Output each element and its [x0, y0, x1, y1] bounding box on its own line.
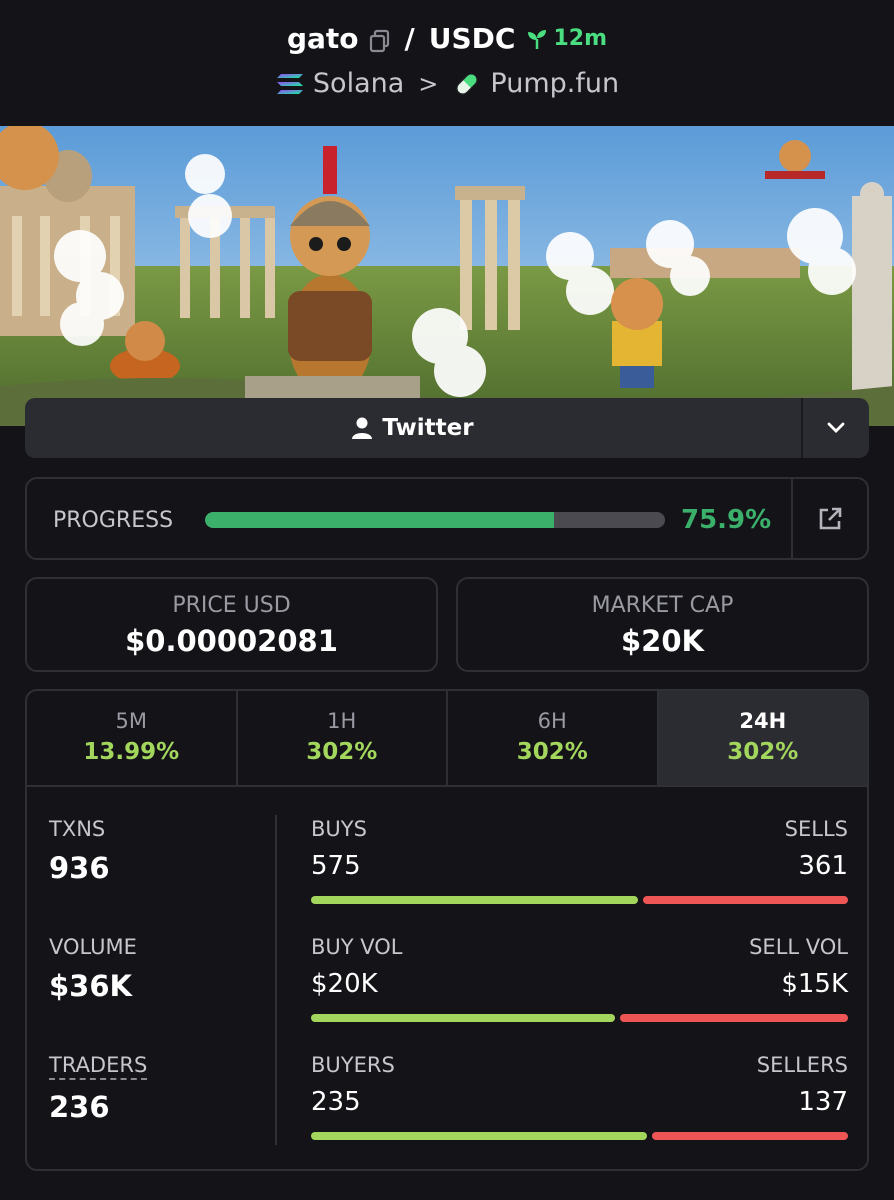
txns-stat: TXNS 936 [49, 817, 269, 935]
token-banner-image [0, 126, 894, 426]
summary-stats: TXNS 936 VOLUME $36K TRADERS 236 [49, 817, 269, 1169]
buy-vol-value: $20K [311, 969, 378, 999]
buy-bar [311, 896, 638, 904]
socials-dropdown-button[interactable] [801, 398, 869, 458]
buys-label: BUYS [311, 817, 367, 841]
buy-bar [311, 1132, 648, 1140]
progress-bar-fill [205, 512, 555, 528]
pair-title: gato / USDC 12m [0, 22, 894, 55]
volume-stat: VOLUME $36K [49, 935, 269, 1053]
chain-name: Solana [312, 68, 405, 99]
age-text: 12m [553, 26, 608, 51]
dex-link[interactable]: Pump.fun [452, 68, 619, 99]
external-link-button[interactable] [791, 479, 867, 558]
price-usd-label: PRICE USD [172, 593, 291, 618]
progress-label: PROGRESS [53, 508, 174, 533]
tab-24h[interactable]: 24H 302% [658, 691, 867, 785]
breadcrumb: Solana > Pump.fun [0, 68, 894, 99]
dex-name: Pump.fun [490, 68, 620, 99]
buy-bar [311, 1014, 615, 1022]
traders-ratio: BUYERS SELLERS 235 137 [311, 1053, 848, 1169]
solana-icon [276, 73, 303, 94]
volume-bar [311, 1014, 848, 1022]
tab-6h[interactable]: 6H 302% [448, 691, 659, 785]
price-usd-card: PRICE USD $0.00002081 [25, 577, 438, 672]
market-cap-card: MARKET CAP $20K [456, 577, 869, 672]
txns-value: 936 [49, 851, 110, 885]
user-icon [352, 417, 373, 439]
sells-label: SELLS [784, 817, 848, 841]
traders-label[interactable]: TRADERS [49, 1053, 148, 1080]
sell-vol-label: SELL VOL [749, 935, 848, 959]
tab-change: 302% [727, 739, 799, 765]
txns-label: TXNS [49, 817, 106, 841]
volume-value: $36K [49, 969, 133, 1003]
bonding-progress-card: PROGRESS 75.9% [25, 477, 869, 560]
pair-header: gato / USDC 12m Solana > Pump.fun [0, 0, 894, 126]
traders-stat: TRADERS 236 [49, 1053, 269, 1169]
market-cap-label: MARKET CAP [591, 593, 734, 618]
twitter-label: Twitter [382, 415, 474, 441]
sellers-value: 137 [798, 1087, 848, 1117]
volume-label: VOLUME [49, 935, 137, 959]
volume-ratio: BUY VOL SELL VOL $20K $15K [311, 935, 848, 1053]
progress-value: 75.9% [681, 505, 772, 535]
tab-label: 24H [739, 709, 787, 733]
tab-change: 302% [516, 739, 588, 765]
tab-label: 6H [537, 709, 567, 733]
sells-value: 361 [798, 851, 848, 881]
pair-separator: / [404, 22, 415, 55]
tab-5m[interactable]: 5M 13.99% [27, 691, 238, 785]
tab-label: 5M [115, 709, 147, 733]
chevron-right-icon: > [418, 69, 439, 98]
buyers-value: 235 [311, 1087, 361, 1117]
pair-age: 12m [525, 26, 607, 51]
progress-bar [205, 512, 665, 528]
sell-bar [620, 1014, 848, 1022]
sell-bar [642, 896, 848, 904]
traders-value: 236 [49, 1090, 110, 1124]
pill-icon [456, 72, 479, 95]
price-usd-value: $0.00002081 [125, 624, 338, 658]
buy-vol-label: BUY VOL [311, 935, 403, 959]
buys-sells-ratio: BUYS SELLS 575 361 [311, 817, 848, 935]
twitter-button[interactable]: Twitter [25, 398, 801, 458]
sell-bar [652, 1132, 848, 1140]
tab-change: 13.99% [83, 739, 180, 765]
buys-value: 575 [311, 851, 361, 881]
buy-sell-ratios: BUYS SELLS 575 361 BUY VOL SELL VOL $20K $15… [311, 817, 848, 1169]
sell-vol-value: $15K [781, 969, 848, 999]
twitter-bar: Twitter [25, 398, 869, 458]
traders-bar [311, 1132, 848, 1140]
quote-symbol: USDC [428, 22, 516, 55]
chevron-down-icon [827, 422, 845, 433]
buys-sells-bar [311, 896, 848, 904]
timeframe-stats-card: 5M 13.99% 1H 302% 6H 302% 24H 302% TXNS … [25, 689, 869, 1171]
column-divider [275, 815, 277, 1145]
market-cap-value: $20K [620, 624, 704, 658]
tab-label: 1H [327, 709, 357, 733]
chain-link[interactable]: Solana [275, 68, 404, 99]
external-link-icon [819, 507, 842, 529]
sellers-label: SELLERS [756, 1053, 848, 1077]
timeframe-tabs: 5M 13.99% 1H 302% 6H 302% 24H 302% [27, 691, 867, 787]
seedling-icon [528, 29, 547, 49]
buyers-label: BUYERS [311, 1053, 395, 1077]
tab-1h[interactable]: 1H 302% [238, 691, 448, 785]
copy-icon[interactable] [369, 27, 391, 52]
token-symbol: gato [286, 22, 359, 55]
tab-change: 302% [306, 739, 378, 765]
